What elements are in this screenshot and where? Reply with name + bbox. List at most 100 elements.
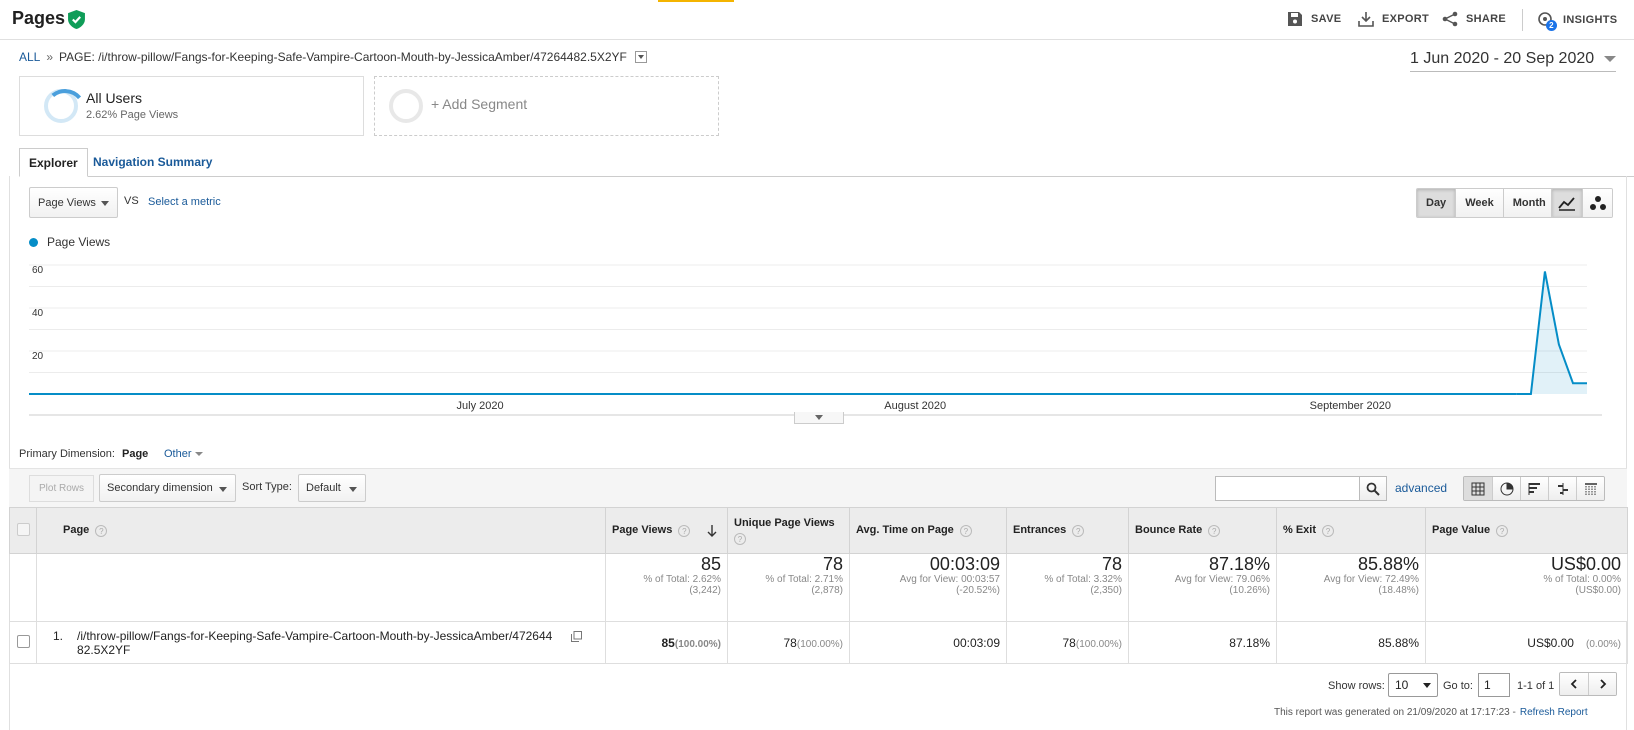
column-header-page-value[interactable]: Page Value? — [1425, 507, 1628, 554]
select-all-checkbox[interactable] — [16, 522, 30, 536]
tab-navigation-summary[interactable]: Navigation Summary — [93, 155, 212, 169]
x-tick-label: July 2020 — [457, 400, 504, 412]
sort-type-label: Sort Type: — [242, 481, 292, 493]
date-range-picker[interactable]: 1 Jun 2020 - 20 Sep 2020 — [1410, 50, 1617, 72]
total-avg-time: 00:03:09 Avg for View: 00:03:57 (-20.52%) — [849, 553, 1007, 622]
verified-shield-icon — [68, 10, 85, 29]
segment-all-users[interactable]: All Users 2.62% Page Views — [19, 76, 364, 136]
sort-type-value: Default — [306, 482, 341, 494]
view-pivot-button[interactable] — [1576, 477, 1604, 500]
period-day-button[interactable]: Day — [1417, 189, 1457, 217]
share-icon — [1442, 11, 1458, 27]
column-header-exit[interactable]: % Exit? — [1276, 507, 1426, 554]
pager — [1559, 672, 1617, 696]
help-icon[interactable]: ? — [959, 524, 972, 537]
column-label: Avg. Time on Page — [856, 524, 954, 537]
chevron-down-icon — [101, 201, 109, 206]
x-tick-label: August 2020 — [884, 400, 946, 412]
row-number: 1. — [53, 628, 64, 643]
column-header-unique-page-views[interactable]: Unique Page Views? — [727, 507, 850, 554]
line-chart-button[interactable] — [1552, 189, 1582, 217]
show-rows-select[interactable]: 10 — [1388, 673, 1438, 697]
add-segment-label: + Add Segment — [431, 96, 528, 112]
share-button[interactable]: SHARE — [1442, 11, 1506, 27]
goto-page-input[interactable]: 1 — [1478, 673, 1510, 697]
total-entrances: 78% of Total: 3.32% (2,350) — [1006, 553, 1129, 622]
total-exit: 85.88% Avg for View: 72.49% (18.48%) — [1276, 553, 1426, 622]
column-label: Page Value — [1432, 524, 1491, 537]
advanced-filter-link[interactable]: advanced — [1395, 481, 1447, 495]
help-icon[interactable]: ? — [1072, 524, 1085, 537]
view-percentage-button[interactable] — [1492, 477, 1520, 500]
breadcrumb-all-link[interactable]: ALL — [19, 50, 40, 64]
chevron-down-icon — [1423, 683, 1431, 688]
chevron-down-icon — [194, 452, 203, 456]
totals-empty — [36, 553, 606, 622]
column-header-page[interactable]: Page? — [36, 507, 606, 554]
next-page-button[interactable] — [1588, 673, 1616, 695]
export-button[interactable]: EXPORT — [1358, 11, 1429, 27]
y-tick-label: 20 — [32, 351, 44, 362]
column-label: Unique Page Views — [734, 516, 835, 529]
page-views-chart: 20 40 60 July 2020 August 2020 September 202… — [29, 264, 1602, 416]
breadcrumb-dropdown-icon[interactable] — [634, 51, 647, 63]
totals-empty — [9, 553, 37, 622]
view-data-button[interactable] — [1464, 477, 1492, 500]
save-button[interactable]: SAVE — [1287, 11, 1341, 27]
help-icon[interactable]: ? — [1208, 524, 1221, 537]
y-tick-label: 40 — [32, 308, 44, 319]
help-icon[interactable]: ? — [1496, 524, 1509, 537]
tabs-divider — [19, 176, 1634, 177]
column-header-bounce-rate[interactable]: Bounce Rate? — [1128, 507, 1277, 554]
table-search-button[interactable] — [1359, 476, 1387, 501]
y-tick-label: 60 — [32, 265, 44, 276]
select-metric-link[interactable]: Select a metric — [148, 196, 221, 208]
plot-rows-button[interactable]: Plot Rows — [29, 475, 94, 502]
primary-dimension-page[interactable]: Page — [122, 448, 148, 460]
period-week-button[interactable]: Week — [1456, 189, 1504, 217]
insights-label: INSIGHTS — [1563, 14, 1618, 26]
header-divider — [1522, 9, 1523, 31]
help-icon[interactable]: ? — [1322, 524, 1335, 537]
row-page-views: 85(100.00%) — [605, 621, 728, 664]
help-icon[interactable]: ? — [95, 524, 108, 537]
legend-marker — [29, 238, 38, 247]
column-header-avg-time[interactable]: Avg. Time on Page? — [849, 507, 1007, 554]
total-page-views: 85% of Total: 2.62% (3,242) — [605, 553, 728, 622]
bubble-chart-icon — [1589, 196, 1606, 210]
column-header-entrances[interactable]: Entrances? — [1006, 507, 1129, 554]
chart-collapse-handle[interactable] — [794, 412, 844, 424]
open-external-icon[interactable] — [571, 630, 583, 642]
view-comparison-button[interactable] — [1548, 477, 1576, 500]
series-area — [1516, 271, 1587, 394]
primary-dimension-other[interactable]: Other — [164, 448, 203, 460]
date-range-label: 1 Jun 2020 - 20 Sep 2020 — [1410, 50, 1595, 67]
period-month-button[interactable]: Month — [1503, 189, 1555, 217]
tab-explorer[interactable]: Explorer — [19, 148, 88, 177]
sort-desc-icon — [707, 525, 717, 537]
chevron-down-icon — [1604, 56, 1617, 62]
row-checkbox[interactable] — [16, 634, 30, 648]
insights-button[interactable]: 2 INSIGHTS — [1537, 11, 1618, 31]
bar-view-icon — [1528, 482, 1540, 495]
row-exit: 85.88% — [1276, 621, 1426, 664]
table-search-input[interactable] — [1215, 476, 1360, 501]
sort-type-select[interactable]: Default — [298, 474, 366, 502]
row-avg-time: 00:03:09 — [849, 621, 1007, 664]
row-page-link[interactable]: /i/throw-pillow/Fangs-for-Keeping-Safe-V… — [77, 629, 557, 657]
column-header-page-views[interactable]: Page Views? — [605, 507, 728, 554]
prev-page-button[interactable] — [1560, 673, 1588, 695]
total-bounce-rate: 87.18% Avg for View: 79.06% (10.26%) — [1128, 553, 1277, 622]
metric-select[interactable]: Page Views — [29, 187, 118, 218]
chart-type-toggle — [1551, 188, 1613, 218]
refresh-report-link[interactable]: Refresh Report — [1520, 707, 1588, 718]
add-segment-button[interactable]: + Add Segment — [374, 76, 719, 136]
primary-dimension-label: Primary Dimension: — [19, 448, 115, 460]
view-performance-button[interactable] — [1520, 477, 1548, 500]
page-title: Pages — [12, 8, 66, 28]
secondary-dimension-select[interactable]: Secondary dimension — [99, 474, 236, 502]
pie-view-icon — [1500, 482, 1513, 495]
motion-chart-button[interactable] — [1582, 189, 1612, 217]
help-icon[interactable]: ? — [734, 532, 746, 545]
help-icon[interactable]: ? — [678, 524, 691, 537]
